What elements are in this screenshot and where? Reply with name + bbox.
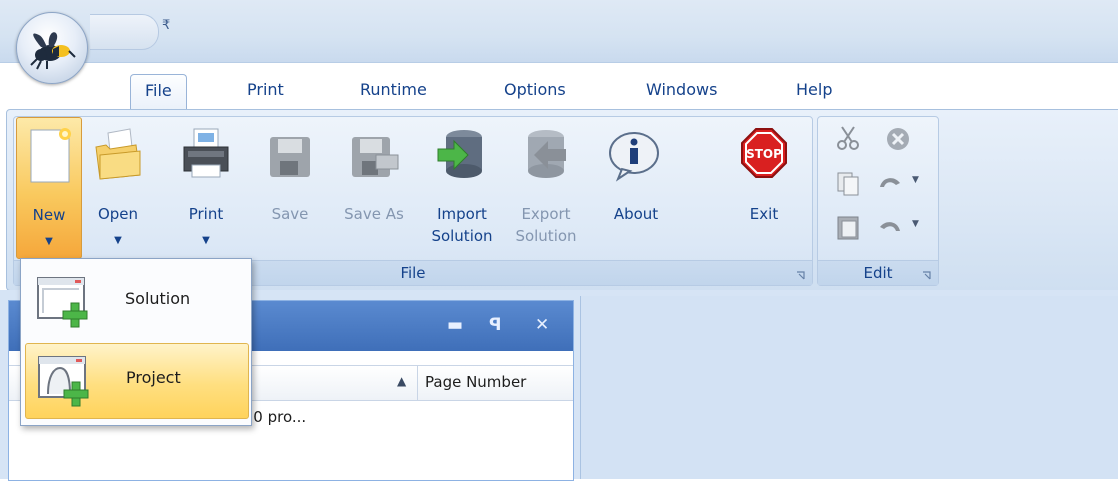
import-database-icon: [437, 130, 482, 178]
import-label-line2: Solution: [431, 227, 493, 245]
redo-dropdown-caret[interactable]: ▼: [912, 219, 919, 229]
new-button-label: New: [32, 206, 66, 224]
info-icon: [609, 132, 659, 182]
tab-help[interactable]: Help: [782, 74, 846, 108]
export-label-line1: Export: [521, 205, 571, 223]
printer-icon: [183, 128, 229, 178]
title-bar: ₹: [0, 0, 1118, 63]
print-dropdown-caret: ▼: [202, 235, 210, 246]
save-button[interactable]: Save: [258, 117, 322, 257]
tab-print[interactable]: Print: [233, 74, 298, 108]
paste-icon[interactable]: [834, 213, 862, 241]
open-dropdown-caret: ▼: [114, 235, 122, 246]
tab-options[interactable]: Options: [490, 74, 580, 108]
save-disk-icon: [270, 137, 310, 177]
column-separator: [417, 366, 418, 400]
file-group-launcher-icon[interactable]: [796, 271, 806, 281]
menu-item-project-label: Project: [126, 368, 181, 387]
tab-file-label: File: [145, 81, 172, 100]
new-dropdown-caret: ▼: [45, 236, 53, 247]
tab-runtime-label: Runtime: [360, 80, 427, 99]
stop-sign-icon: STOP: [741, 128, 787, 178]
import-solution-label: Import Solution: [422, 203, 502, 247]
export-database-icon: [528, 130, 566, 178]
export-solution-button[interactable]: Export Solution: [506, 117, 586, 257]
tab-file[interactable]: File: [130, 74, 187, 110]
wasp-logo-icon: [30, 32, 76, 70]
tab-windows-label: Windows: [646, 80, 718, 99]
edit-group-label-text: Edit: [863, 264, 893, 282]
menu-item-project[interactable]: Project: [25, 343, 249, 419]
tab-help-label: Help: [796, 80, 833, 99]
application-menu-button[interactable]: [16, 12, 88, 84]
exit-button-label: Exit: [749, 205, 779, 223]
exit-button[interactable]: STOP Exit: [732, 117, 796, 257]
about-button-label: About: [613, 205, 659, 223]
redo-icon[interactable]: [876, 213, 904, 241]
quick-access-toolbar: [90, 14, 159, 50]
quick-access-customize-icon[interactable]: ₹: [162, 18, 170, 33]
save-button-label: Save: [271, 205, 309, 223]
cut-scissors-icon[interactable]: [834, 125, 862, 153]
tab-print-label: Print: [247, 80, 284, 99]
undo-dropdown-caret[interactable]: ▼: [912, 175, 919, 185]
file-group-label-text: File: [400, 264, 426, 282]
document-area: [580, 296, 1118, 479]
new-dropdown-menu: Solution Project: [20, 258, 252, 426]
pane-close-icon[interactable]: ✕: [535, 315, 549, 335]
open-folder-icon: [95, 128, 141, 180]
svg-text:STOP: STOP: [746, 147, 782, 161]
new-button[interactable]: New ▼: [16, 117, 82, 259]
save-as-button[interactable]: Save As: [332, 117, 416, 257]
print-button-label: Print: [188, 205, 224, 223]
export-label-line2: Solution: [515, 227, 577, 245]
new-solution-icon: [37, 277, 88, 328]
tab-options-label: Options: [504, 80, 566, 99]
edit-group-label: Edit: [818, 260, 938, 285]
open-button[interactable]: Open ▼: [86, 117, 150, 257]
about-button[interactable]: About: [600, 117, 672, 257]
save-as-disk-icon: [352, 137, 399, 177]
sort-ascending-icon[interactable]: ▲: [397, 374, 406, 388]
tab-runtime[interactable]: Runtime: [346, 74, 441, 108]
export-solution-label: Export Solution: [506, 203, 586, 247]
pane-minimize-icon[interactable]: ▬: [447, 315, 463, 335]
undo-icon[interactable]: [876, 169, 904, 197]
import-label-line1: Import: [437, 205, 487, 223]
new-project-icon: [38, 356, 89, 407]
pane-pin-icon[interactable]: ꟼ: [489, 315, 501, 335]
menu-item-solution[interactable]: Solution: [25, 265, 247, 339]
copy-icon[interactable]: [834, 169, 862, 197]
open-button-label: Open: [97, 205, 139, 223]
tab-windows[interactable]: Windows: [632, 74, 731, 108]
print-button[interactable]: Print ▼: [174, 117, 238, 257]
import-solution-button[interactable]: Import Solution: [422, 117, 502, 257]
ribbon-tabs: File Print Runtime Options Windows Help: [0, 74, 1118, 110]
menu-item-solution-label: Solution: [125, 289, 191, 308]
column-header-page-number[interactable]: Page Number: [425, 373, 526, 391]
edit-group: ▼ ▼ Edit: [817, 116, 939, 286]
edit-group-launcher-icon[interactable]: [922, 271, 932, 281]
delete-icon[interactable]: [884, 125, 912, 153]
new-document-icon: [30, 128, 71, 183]
save-as-button-label: Save As: [344, 205, 404, 223]
